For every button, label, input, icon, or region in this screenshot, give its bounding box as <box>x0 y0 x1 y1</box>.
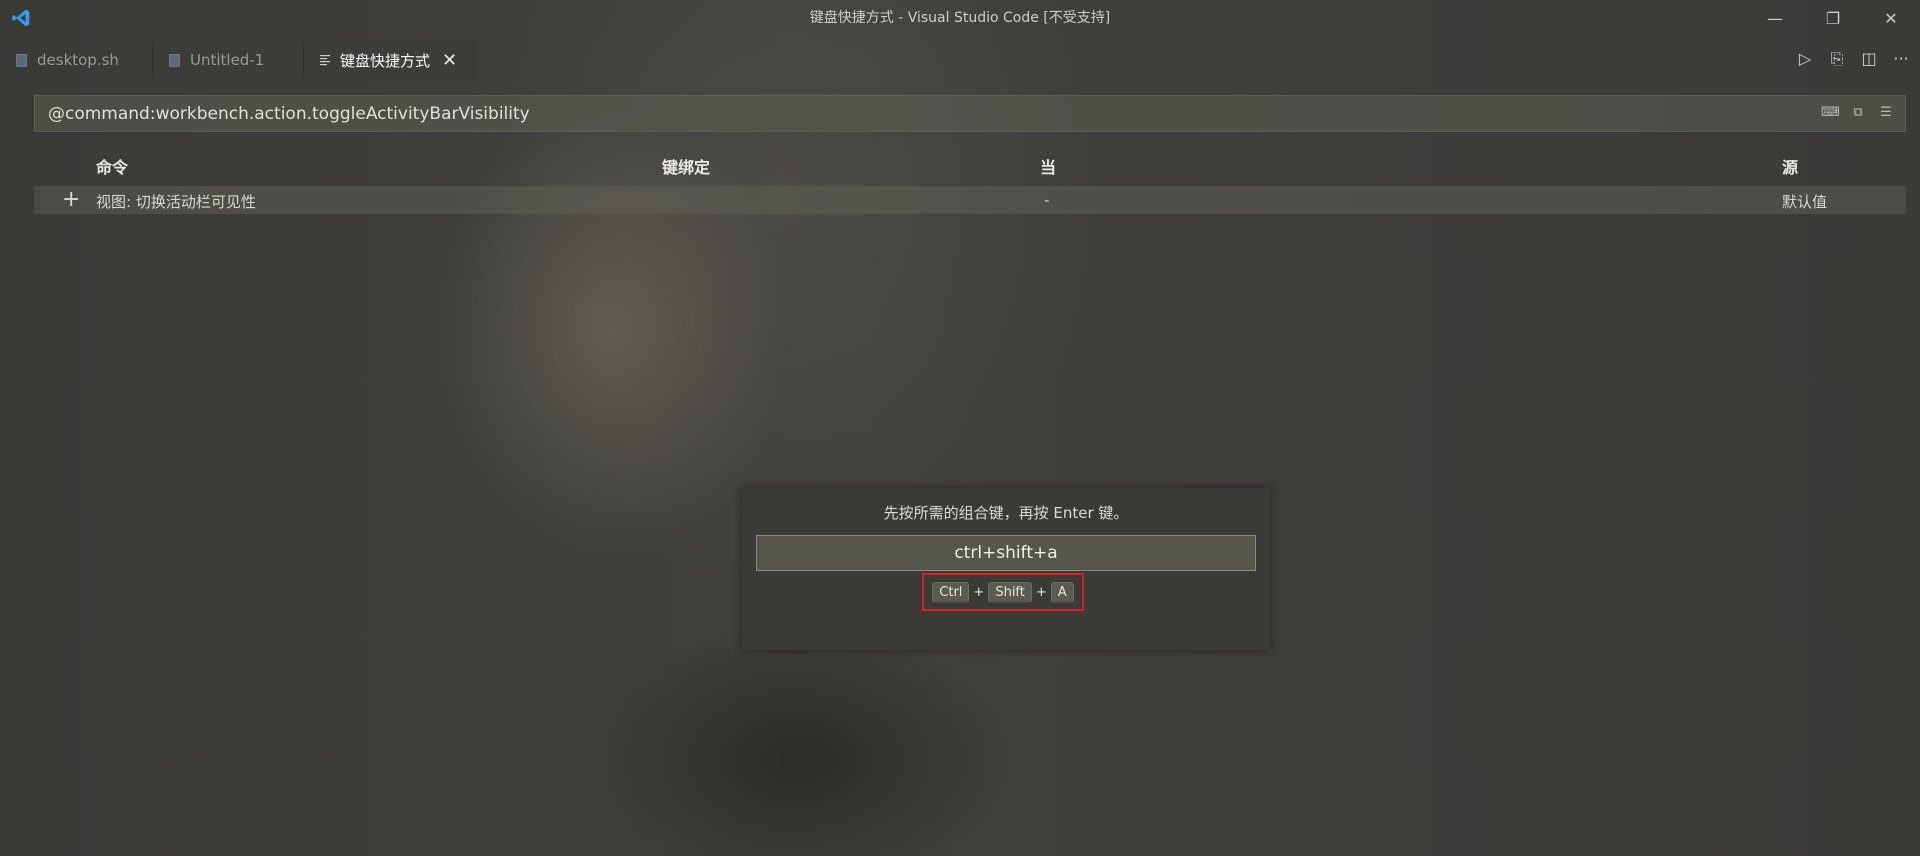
open-changes-icon[interactable]: ⎘ <box>1828 50 1846 68</box>
keyboard-icon[interactable]: ⌨ <box>1821 105 1840 121</box>
search-value: @command:workbench.action.toggleActivity… <box>48 103 530 124</box>
record-keys-icon[interactable]: ⧉ <box>1849 105 1867 121</box>
restore-button[interactable]: ❐ <box>1804 0 1862 36</box>
key-a: A <box>1050 581 1074 603</box>
title-bar: 键盘快捷方式 - Visual Studio Code [不受支持] — ❐ ✕ <box>0 0 1920 36</box>
column-header-source: 源 <box>1782 158 1799 177</box>
close-window-button[interactable]: ✕ <box>1862 0 1920 36</box>
table-row[interactable]: + 视图: 切换活动栏可见性 - 默认值 <box>34 186 1906 214</box>
table-header: 命令 键绑定 当 源 <box>34 150 1906 180</box>
column-header-when: 当 <box>1040 158 1057 177</box>
key-ctrl: Ctrl <box>932 581 970 603</box>
keybinding-input[interactable]: ctrl+shift+a <box>756 535 1256 571</box>
column-header-command: 命令 <box>96 158 129 177</box>
tab-bar: desktop.sh Untitled-1 键盘快捷方式 ✕ ▷ ⎘ ◫ ··· <box>0 36 1920 84</box>
more-actions-icon[interactable]: ··· <box>1892 50 1910 68</box>
tab-keyboard-shortcuts[interactable]: 键盘快捷方式 ✕ <box>304 40 476 80</box>
lines-icon <box>320 55 330 66</box>
window-title: 键盘快捷方式 - Visual Studio Code [不受支持] <box>809 10 1111 26</box>
keybinding-preview: Ctrl + Shift + A <box>922 573 1084 611</box>
tab-label: 键盘快捷方式 <box>340 51 431 70</box>
key-separator: + <box>973 584 985 600</box>
editor-actions: ▷ ⎘ ◫ ··· <box>1796 50 1910 68</box>
keybindings-search-input[interactable]: @command:workbench.action.toggleActivity… <box>34 95 1906 132</box>
file-icon <box>169 53 180 67</box>
close-tab-icon[interactable]: ✕ <box>442 50 457 71</box>
row-when: - <box>1044 191 1050 209</box>
keybinding-instruction: 先按所需的组合键，再按 Enter 键。 <box>883 504 1129 522</box>
tab-label: Untitled-1 <box>190 51 265 69</box>
column-header-keybinding: 键绑定 <box>662 158 711 177</box>
add-keybinding-icon[interactable]: + <box>62 187 80 212</box>
key-shift: Shift <box>988 581 1032 603</box>
sort-icon[interactable]: ☰ <box>1877 105 1895 121</box>
minimize-button[interactable]: — <box>1746 0 1804 36</box>
search-actions: ⌨ ⧉ ☰ <box>1821 105 1895 121</box>
row-source: 默认值 <box>1782 193 1828 211</box>
tab-untitled-1[interactable]: Untitled-1 <box>153 40 303 80</box>
split-editor-icon[interactable]: ◫ <box>1860 50 1878 68</box>
run-icon[interactable]: ▷ <box>1796 50 1814 68</box>
row-command: 视图: 切换活动栏可见性 <box>96 193 256 211</box>
define-keybinding-widget: 先按所需的组合键，再按 Enter 键。 ctrl+shift+a Ctrl +… <box>742 488 1270 650</box>
tab-desktop-sh[interactable]: desktop.sh <box>0 40 152 80</box>
tab-label: desktop.sh <box>37 51 119 69</box>
key-separator: + <box>1035 584 1047 600</box>
window-controls: — ❐ ✕ <box>1746 0 1920 36</box>
file-icon <box>16 53 27 67</box>
